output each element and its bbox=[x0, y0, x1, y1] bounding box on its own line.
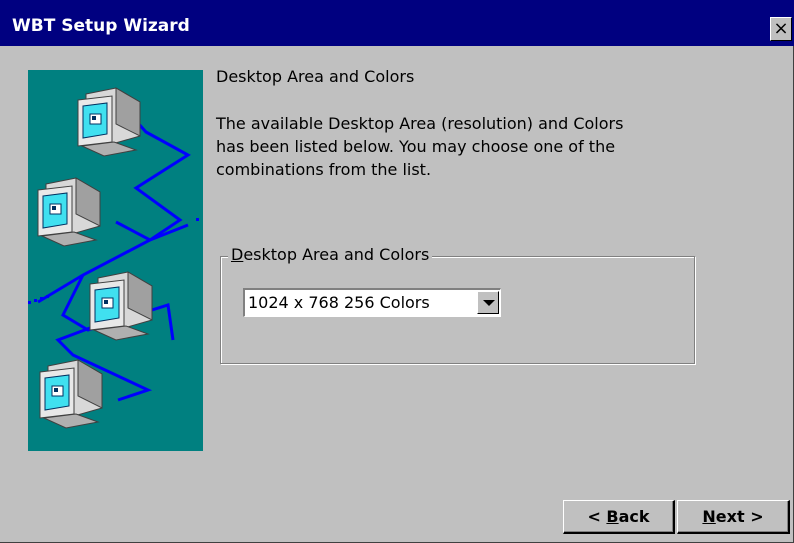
combobox-dropdown-button[interactable] bbox=[477, 291, 499, 314]
chevron-down-icon bbox=[483, 300, 495, 306]
groupbox-label-text: esktop Area and Colors bbox=[243, 245, 430, 264]
next-button[interactable]: Next > bbox=[677, 500, 790, 534]
desktop-area-combobox[interactable]: 1024 x 768 256 Colors bbox=[243, 288, 501, 317]
groupbox-label-access-key: D bbox=[231, 245, 244, 264]
description-line: The available Desktop Area (resolution) … bbox=[216, 114, 624, 133]
setup-wizard-window: WBT Setup Wizard × Desktop Area and Colo… bbox=[0, 0, 794, 543]
title-bar: WBT Setup Wizard × bbox=[0, 0, 794, 46]
network-cable bbox=[37, 110, 191, 402]
description-line: combinations from the list. bbox=[216, 160, 432, 179]
groupbox-label: Desktop Area and Colors bbox=[228, 245, 433, 264]
window-title: WBT Setup Wizard bbox=[12, 16, 190, 36]
back-button-access-key: B bbox=[606, 507, 619, 526]
back-button-label: ack bbox=[618, 507, 650, 526]
computer-icon bbox=[77, 87, 141, 157]
close-icon: × bbox=[773, 18, 789, 39]
description-line: has been listed below. You may choose on… bbox=[216, 137, 616, 156]
computer-icon bbox=[89, 271, 153, 341]
computer-icon bbox=[37, 177, 101, 247]
description-text: The available Desktop Area (resolution) … bbox=[216, 112, 676, 181]
network-illustration-svg bbox=[28, 87, 199, 429]
combobox-selected-value: 1024 x 768 256 Colors bbox=[248, 293, 430, 312]
next-button-label: ext > bbox=[715, 507, 764, 526]
next-button-access-key: N bbox=[702, 507, 716, 526]
close-button[interactable]: × bbox=[770, 17, 792, 41]
back-button-prefix: < bbox=[587, 507, 607, 526]
back-button[interactable]: < Back bbox=[563, 500, 675, 534]
networked-computers-illustration bbox=[28, 70, 203, 451]
computer-icon bbox=[39, 359, 103, 429]
page-heading: Desktop Area and Colors bbox=[216, 67, 415, 86]
